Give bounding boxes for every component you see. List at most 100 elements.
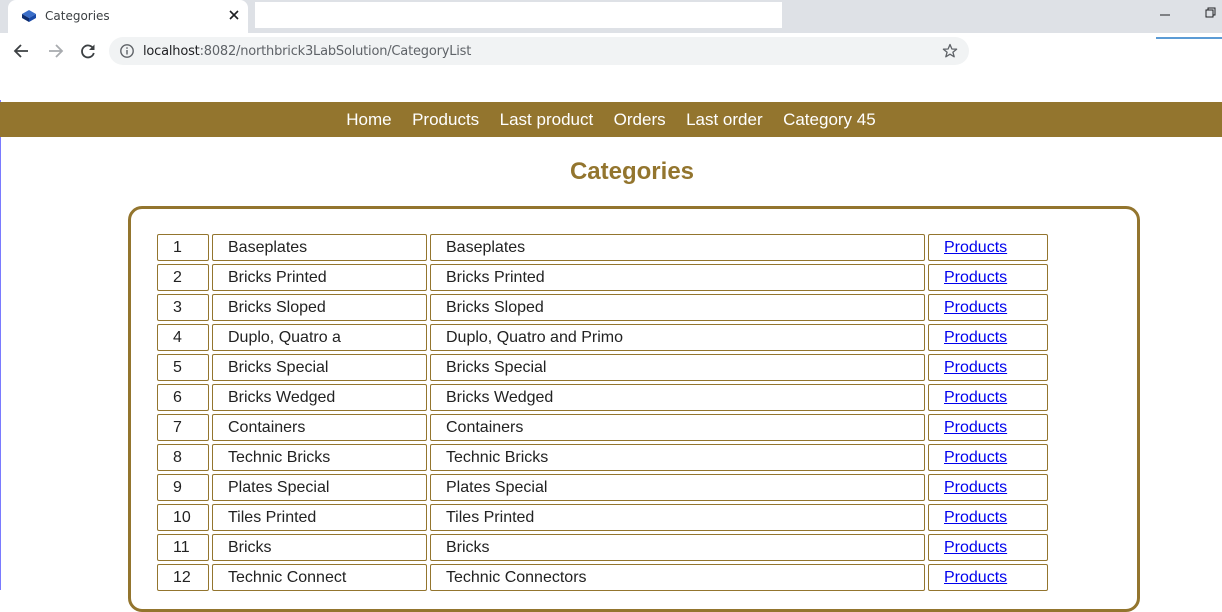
page-title: Categories	[569, 158, 695, 185]
products-link-cell: Products	[928, 324, 1048, 351]
table-row: 6 Bricks Wedged Bricks Wedged Products	[157, 384, 1048, 411]
products-link[interactable]: Products	[944, 359, 1007, 376]
table-row: 3 Bricks Sloped Bricks Sloped Products	[157, 294, 1048, 321]
category-name-cell: Bricks Printed	[212, 264, 427, 291]
category-name-cell: Bricks Sloped	[212, 294, 427, 321]
category-name-cell: Containers	[212, 414, 427, 441]
category-id-cell: 10	[157, 504, 209, 531]
products-link[interactable]: Products	[944, 479, 1007, 496]
products-link-cell: Products	[928, 414, 1048, 441]
products-link-cell: Products	[928, 444, 1048, 471]
address-bar[interactable]: localhost:8082/northbrick3LabSolution/Ca…	[109, 37, 969, 65]
category-id-cell: 6	[157, 384, 209, 411]
products-link-cell: Products	[928, 384, 1048, 411]
products-link[interactable]: Products	[944, 299, 1007, 316]
site-nav-bar: Home Products Last product Orders Last o…	[0, 102, 1222, 137]
category-id-cell: 7	[157, 414, 209, 441]
products-link[interactable]: Products	[944, 329, 1007, 346]
category-id-cell: 3	[157, 294, 209, 321]
brick-favicon-icon	[22, 10, 36, 22]
tab-title: Categories	[45, 9, 110, 23]
products-link[interactable]: Products	[944, 449, 1007, 466]
category-id-cell: 1	[157, 234, 209, 261]
products-link-cell: Products	[928, 294, 1048, 321]
products-link-cell: Products	[928, 474, 1048, 501]
products-link-cell: Products	[928, 564, 1048, 591]
category-description-cell: Duplo, Quatro and Primo	[430, 324, 925, 351]
category-name-cell: Technic Connect	[212, 564, 427, 591]
category-description-cell: Bricks Sloped	[430, 294, 925, 321]
category-description-cell: Plates Special	[430, 474, 925, 501]
category-name-cell: Duplo, Quatro a	[212, 324, 427, 351]
products-link-cell: Products	[928, 504, 1048, 531]
products-link[interactable]: Products	[944, 419, 1007, 436]
products-link-cell: Products	[928, 534, 1048, 561]
products-link[interactable]: Products	[944, 389, 1007, 406]
url-text[interactable]: localhost:8082/northbrick3LabSolution/Ca…	[143, 44, 471, 59]
nav-last-product-link[interactable]: Last product	[500, 102, 594, 137]
url-host: localhost	[143, 44, 200, 59]
categories-table: 1 Baseplates Baseplates Products 2 Brick…	[154, 231, 1051, 594]
table-row: 10 Tiles Printed Tiles Printed Products	[157, 504, 1048, 531]
table-row: 7 Containers Containers Products	[157, 414, 1048, 441]
products-link-cell: Products	[928, 354, 1048, 381]
category-id-cell: 8	[157, 444, 209, 471]
table-row: 5 Bricks Special Bricks Special Products	[157, 354, 1048, 381]
category-description-cell: Containers	[430, 414, 925, 441]
category-description-cell: Bricks Wedged	[430, 384, 925, 411]
products-link-cell: Products	[928, 234, 1048, 261]
category-name-cell: Baseplates	[212, 234, 427, 261]
category-name-cell: Bricks Special	[212, 354, 427, 381]
products-link[interactable]: Products	[944, 539, 1007, 556]
nav-products-link[interactable]: Products	[412, 102, 479, 137]
forward-arrow-icon[interactable]	[45, 41, 65, 61]
category-name-cell: Tiles Printed	[212, 504, 427, 531]
category-description-cell: Technic Connectors	[430, 564, 925, 591]
category-id-cell: 4	[157, 324, 209, 351]
nav-category-45-link[interactable]: Category 45	[783, 102, 876, 137]
category-name-cell: Technic Bricks	[212, 444, 427, 471]
products-link[interactable]: Products	[944, 239, 1007, 256]
browser-tabstrip: Categories	[0, 0, 1222, 33]
browser-toolbar: localhost:8082/northbrick3LabSolution/Ca…	[0, 33, 1222, 69]
categories-panel: 1 Baseplates Baseplates Products 2 Brick…	[128, 206, 1140, 612]
products-link[interactable]: Products	[944, 269, 1007, 286]
category-description-cell: Baseplates	[430, 234, 925, 261]
products-link[interactable]: Products	[944, 509, 1007, 526]
category-description-cell: Bricks Printed	[430, 264, 925, 291]
nav-orders-link[interactable]: Orders	[614, 102, 666, 137]
table-row: 9 Plates Special Plates Special Products	[157, 474, 1048, 501]
products-link[interactable]: Products	[944, 569, 1007, 586]
nav-last-order-link[interactable]: Last order	[686, 102, 763, 137]
category-description-cell: Tiles Printed	[430, 504, 925, 531]
category-id-cell: 9	[157, 474, 209, 501]
table-row: 8 Technic Bricks Technic Bricks Products	[157, 444, 1048, 471]
products-link-cell: Products	[928, 264, 1048, 291]
table-row: 2 Bricks Printed Bricks Printed Products	[157, 264, 1048, 291]
category-description-cell: Technic Bricks	[430, 444, 925, 471]
table-row: 1 Baseplates Baseplates Products	[157, 234, 1048, 261]
nav-home-link[interactable]: Home	[346, 102, 391, 137]
tabstrip-empty-area	[255, 2, 782, 28]
table-row: 12 Technic Connect Technic Connectors Pr…	[157, 564, 1048, 591]
category-name-cell: Plates Special	[212, 474, 427, 501]
table-row: 11 Bricks Bricks Products	[157, 534, 1048, 561]
table-row: 4 Duplo, Quatro a Duplo, Quatro and Prim…	[157, 324, 1048, 351]
back-arrow-icon[interactable]	[12, 41, 32, 61]
category-description-cell: Bricks	[430, 534, 925, 561]
site-info-icon[interactable]	[119, 43, 135, 59]
category-name-cell: Bricks	[212, 534, 427, 561]
restore-window-icon[interactable]	[1204, 6, 1218, 20]
category-description-cell: Bricks Special	[430, 354, 925, 381]
minimize-icon[interactable]	[1158, 8, 1172, 22]
category-id-cell: 12	[157, 564, 209, 591]
category-id-cell: 2	[157, 264, 209, 291]
bookmark-star-icon[interactable]	[942, 43, 958, 59]
close-tab-icon[interactable]	[227, 8, 241, 22]
category-id-cell: 5	[157, 354, 209, 381]
reload-icon[interactable]	[78, 41, 98, 61]
category-name-cell: Bricks Wedged	[212, 384, 427, 411]
category-id-cell: 11	[157, 534, 209, 561]
browser-tab[interactable]: Categories	[8, 0, 248, 33]
url-path: :8082/northbrick3LabSolution/CategoryLis…	[199, 44, 472, 59]
